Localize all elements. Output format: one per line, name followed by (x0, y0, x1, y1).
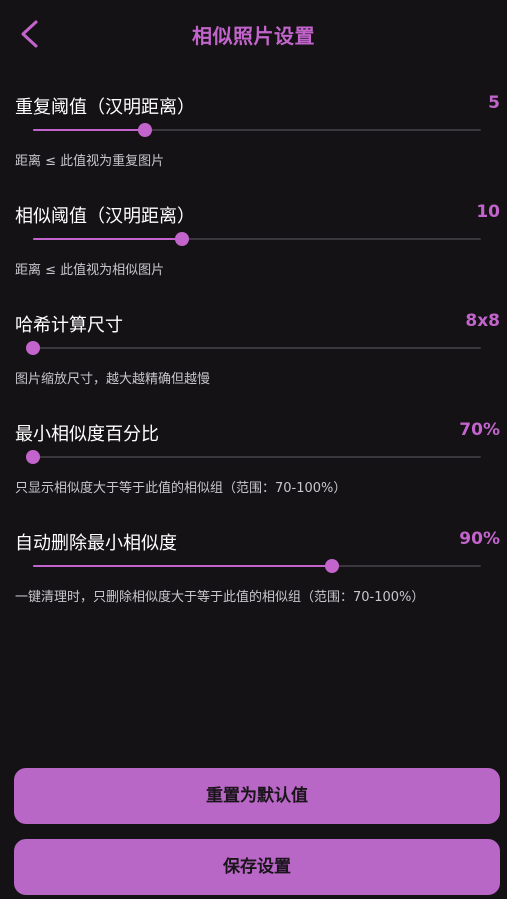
save-settings-button[interactable]: 保存设置 (14, 839, 500, 895)
min-similarity-slider[interactable] (26, 448, 481, 466)
setting-description: 只显示相似度大于等于此值的相似组（范围：70-100%） (15, 481, 347, 496)
slider-track (33, 347, 481, 349)
similar-threshold-slider[interactable] (33, 230, 481, 248)
auto-delete-similarity-slider[interactable] (33, 557, 481, 575)
setting-description: 距离 ≤ 此值视为相似图片 (15, 263, 165, 278)
slider-fill (33, 565, 332, 567)
setting-label: 最小相似度百分比 (15, 424, 159, 445)
setting-label: 相似阈值（汉明距离） (15, 206, 195, 227)
page-title: 相似照片设置 (192, 24, 315, 48)
setting-duplicate-threshold: 重复阈值（汉明距离） 5 距离 ≤ 此值视为重复图片 (0, 93, 507, 193)
slider-fill (33, 238, 183, 240)
slider-fill (33, 129, 145, 131)
setting-value: 70% (459, 420, 500, 440)
slider-thumb[interactable] (175, 232, 190, 246)
slider-thumb[interactable] (324, 559, 339, 573)
setting-description: 距离 ≤ 此值视为重复图片 (15, 154, 165, 169)
reset-defaults-button[interactable]: 重置为默认值 (14, 768, 500, 824)
setting-value: 8x8 (465, 311, 500, 331)
slider-track (33, 456, 481, 458)
app-header: 相似照片设置 (0, 0, 507, 70)
setting-label: 自动删除最小相似度 (15, 533, 177, 554)
slider-thumb[interactable] (26, 450, 40, 464)
setting-min-similarity: 最小相似度百分比 70% 只显示相似度大于等于此值的相似组（范围：70-100%… (0, 420, 507, 520)
setting-value: 90% (459, 529, 500, 549)
setting-description: 图片缩放尺寸，越大越精确但越慢 (15, 372, 211, 387)
setting-value: 5 (488, 93, 500, 113)
setting-description: 一键清理时，只删除相似度大于等于此值的相似组（范围：70-100%） (15, 590, 425, 605)
setting-label: 重复阈值（汉明距离） (15, 97, 195, 118)
hash-size-slider[interactable] (26, 339, 481, 357)
setting-label: 哈希计算尺寸 (15, 315, 123, 336)
setting-auto-delete-similarity: 自动删除最小相似度 90% 一键清理时，只删除相似度大于等于此值的相似组（范围：… (0, 529, 507, 629)
setting-hash-size: 哈希计算尺寸 8x8 图片缩放尺寸，越大越精确但越慢 (0, 311, 507, 411)
duplicate-threshold-slider[interactable] (33, 121, 481, 139)
setting-similar-threshold: 相似阈值（汉明距离） 10 距离 ≤ 此值视为相似图片 (0, 202, 507, 302)
setting-value: 10 (476, 202, 500, 222)
slider-thumb[interactable] (26, 341, 40, 355)
slider-thumb[interactable] (138, 123, 152, 137)
